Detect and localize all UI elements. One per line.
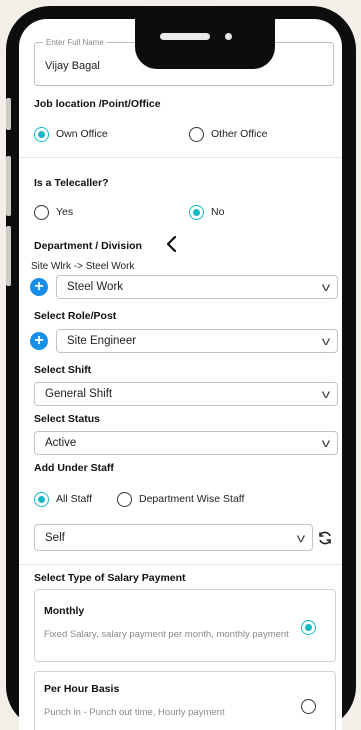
add-under-staff-label: Add Under Staff <box>34 462 114 474</box>
speaker <box>160 33 210 40</box>
chevron-down-icon: v <box>321 387 331 401</box>
all-staff-label: All Staff <box>56 493 92 505</box>
salary-type-label: Select Type of Salary Payment <box>34 572 186 584</box>
staff-select[interactable]: Self v <box>34 524 313 551</box>
add-department-button[interactable]: + <box>30 278 48 296</box>
chevron-left-icon[interactable] <box>165 234 179 254</box>
own-office-label: Own Office <box>56 128 108 140</box>
shift-label: Select Shift <box>34 364 92 376</box>
radio-selected-icon <box>189 205 204 220</box>
camera <box>225 33 232 40</box>
salary-option-desc: Fixed Salary, salary payment per month, … <box>44 629 289 640</box>
department-wise-staff-label: Department Wise Staff <box>139 493 245 505</box>
radio-unselected-icon <box>301 699 316 714</box>
chevron-down-icon: v <box>321 334 331 348</box>
all-staff-radio[interactable]: All Staff <box>34 492 114 510</box>
phone-side-button <box>6 156 11 216</box>
department-select[interactable]: Steel Work v <box>56 275 338 299</box>
phone-side-button <box>6 98 11 130</box>
app-screen: Enter Full Name Vijay Bagal Job location… <box>19 19 342 730</box>
status-select-value: Active <box>45 437 77 449</box>
radio-selected-icon <box>301 620 316 635</box>
job-location-label: Job location /Point/Office <box>34 98 161 110</box>
salary-option-title: Per Hour Basis <box>44 683 120 695</box>
salary-option-title: Monthly <box>44 605 85 617</box>
department-select-value: Steel Work <box>67 281 124 293</box>
salary-option-monthly[interactable]: Monthly Fixed Salary, salary payment per… <box>34 589 336 662</box>
other-office-label: Other Office <box>211 128 268 140</box>
role-select[interactable]: Site Engineer v <box>56 329 338 353</box>
status-label: Select Status <box>34 413 100 425</box>
phone-side-button <box>6 226 11 286</box>
telecaller-no-radio[interactable]: No <box>189 205 249 223</box>
phone-notch <box>135 19 275 69</box>
chevron-down-icon: v <box>296 531 306 545</box>
radio-selected-icon <box>34 492 49 507</box>
role-label: Select Role/Post <box>34 310 117 322</box>
radio-unselected-icon <box>189 127 204 142</box>
other-office-radio[interactable]: Other Office <box>189 127 299 145</box>
radio-unselected-icon <box>117 492 132 507</box>
telecaller-no-label: No <box>211 206 225 218</box>
radio-selected-icon <box>34 127 49 142</box>
role-select-value: Site Engineer <box>67 335 137 347</box>
department-wise-staff-radio[interactable]: Department Wise Staff <box>117 492 277 510</box>
radio-unselected-icon <box>34 205 49 220</box>
telecaller-yes-label: Yes <box>56 206 74 218</box>
chevron-down-icon: v <box>321 436 331 450</box>
section-divider <box>19 157 342 158</box>
telecaller-label: Is a Telecaller? <box>34 177 109 189</box>
add-role-button[interactable]: + <box>30 332 48 350</box>
refresh-icon[interactable] <box>317 530 333 546</box>
staff-select-value: Self <box>45 532 65 544</box>
status-select[interactable]: Active v <box>34 431 338 455</box>
department-path: Site Wlrk -> Steel Work <box>31 261 135 272</box>
chevron-down-icon: v <box>321 280 331 294</box>
own-office-radio[interactable]: Own Office <box>34 127 134 145</box>
section-divider <box>19 564 342 565</box>
telecaller-yes-radio[interactable]: Yes <box>34 205 94 223</box>
shift-select-value: General Shift <box>45 388 113 400</box>
salary-option-per-hour[interactable]: Per Hour Basis Punch in - Punch out time… <box>34 671 336 730</box>
department-label: Department / Division <box>34 240 142 252</box>
shift-select[interactable]: General Shift v <box>34 382 338 406</box>
full-name-legend: Enter Full Name <box>43 38 107 47</box>
salary-option-desc: Punch in - Punch out time, Hourly paymen… <box>44 707 225 718</box>
full-name-value: Vijay Bagal <box>45 60 100 72</box>
